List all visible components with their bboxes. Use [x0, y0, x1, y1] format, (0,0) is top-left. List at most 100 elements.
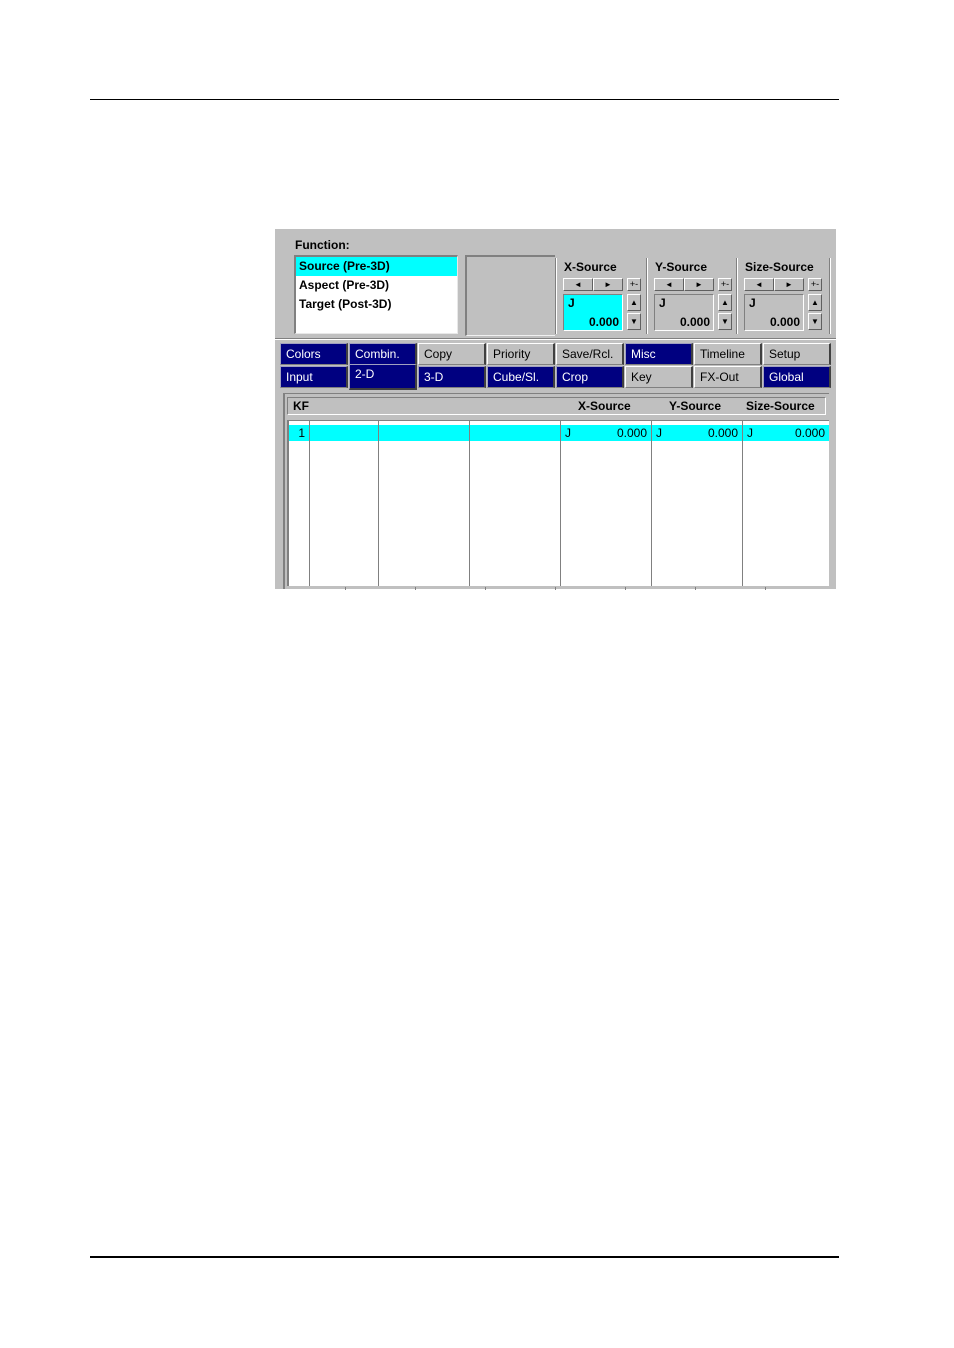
tick-mark	[415, 587, 416, 590]
mode-indicator: J	[565, 426, 571, 440]
param-title: Size-Source	[745, 260, 814, 274]
y-source-field[interactable]: J 0.000	[654, 294, 714, 331]
spin-down-button[interactable]: ▼	[718, 313, 732, 330]
right-arrow-icon: ►	[695, 280, 703, 289]
left-arrow-icon: ◄	[574, 280, 582, 289]
tab-cube-sl[interactable]: Cube/Sl.	[487, 366, 555, 388]
tab-crop[interactable]: Crop	[556, 366, 624, 388]
value: 0.000	[707, 426, 738, 440]
kf-number: 1	[298, 426, 305, 440]
up-arrow-icon: ▲	[721, 298, 729, 307]
left-arrow-icon: ◄	[755, 280, 763, 289]
page-bottom-rule	[90, 1256, 839, 1258]
size-source-field[interactable]: J 0.000	[744, 294, 804, 331]
increment-right-button[interactable]: ►	[774, 278, 804, 291]
separator	[275, 338, 836, 340]
column-divider	[651, 421, 652, 586]
divider	[829, 258, 831, 334]
spin-down-button[interactable]: ▼	[808, 313, 822, 330]
header-x-source: X-Source	[578, 399, 631, 413]
tick-mark	[345, 587, 346, 590]
function-list[interactable]: Source (Pre-3D) Aspect (Pre-3D) Target (…	[294, 255, 458, 334]
spin-up-button[interactable]: ▲	[808, 294, 822, 311]
down-arrow-icon: ▼	[811, 317, 819, 326]
up-arrow-icon: ▲	[811, 298, 819, 307]
header-kf: KF	[293, 399, 309, 413]
tick-mark	[485, 587, 486, 590]
tab-timeline[interactable]: Timeline	[694, 343, 762, 365]
right-arrow-icon: ►	[604, 280, 612, 289]
tab-save-rcl[interactable]: Save/Rcl.	[556, 343, 624, 365]
cell-kf: 1	[289, 425, 309, 441]
down-arrow-icon: ▼	[630, 317, 638, 326]
left-arrow-icon: ◄	[665, 280, 673, 289]
tab-misc[interactable]: Misc	[625, 343, 693, 365]
plus-minus-button[interactable]: +-	[627, 278, 641, 291]
mode-indicator: J	[568, 296, 575, 310]
value: 0.000	[588, 315, 619, 329]
header-y-source: Y-Source	[669, 399, 722, 413]
cell-y-source: J 0.000	[652, 425, 742, 441]
function-item-target[interactable]: Target (Post-3D)	[296, 295, 457, 314]
decrement-left-button[interactable]: ◄	[654, 278, 684, 291]
increment-right-button[interactable]: ►	[684, 278, 714, 291]
mode-indicator: J	[656, 426, 662, 440]
tab-priority[interactable]: Priority	[487, 343, 555, 365]
tab-combin[interactable]: Combin.	[349, 343, 417, 365]
spin-down-button[interactable]: ▼	[627, 313, 641, 330]
value: 0.000	[794, 426, 825, 440]
plus-minus-button[interactable]: +-	[718, 278, 732, 291]
tab-global[interactable]: Global	[763, 366, 831, 388]
tab-fx-out[interactable]: FX-Out	[694, 366, 762, 388]
spin-up-button[interactable]: ▲	[718, 294, 732, 311]
param-title: Y-Source	[655, 260, 708, 274]
column-divider	[742, 421, 743, 586]
tab-key[interactable]: Key	[625, 366, 693, 388]
mode-indicator: J	[747, 426, 753, 440]
cell-size-source: J 0.000	[743, 425, 829, 441]
plus-minus-icon: +-	[810, 279, 820, 289]
tab-3d[interactable]: 3-D	[418, 366, 486, 388]
value: 0.000	[679, 315, 710, 329]
right-arrow-icon: ►	[785, 280, 793, 289]
table-header: KF X-Source Y-Source Size-Source	[287, 397, 826, 415]
increment-right-button[interactable]: ►	[593, 278, 623, 291]
x-source-field[interactable]: J 0.000	[563, 294, 623, 331]
function-label: Function:	[295, 238, 350, 252]
mode-indicator: J	[659, 296, 666, 310]
up-arrow-icon: ▲	[630, 298, 638, 307]
value: 0.000	[769, 315, 800, 329]
keyframe-table: KF X-Source Y-Source Size-Source 1 J 0.0…	[283, 393, 829, 589]
cell-empty	[470, 425, 560, 441]
down-arrow-icon: ▼	[721, 317, 729, 326]
plus-minus-icon: +-	[629, 279, 639, 289]
table-body: 1 J 0.000 J 0.000 J 0.000	[287, 420, 829, 586]
param-y-source: Y-Source ◄ ► +- J 0.000 ▲ ▼	[652, 259, 738, 335]
spin-up-button[interactable]: ▲	[627, 294, 641, 311]
decrement-left-button[interactable]: ◄	[744, 278, 774, 291]
column-divider	[560, 421, 561, 586]
decrement-left-button[interactable]: ◄	[563, 278, 593, 291]
tick-mark	[555, 587, 556, 590]
page-top-rule	[90, 99, 839, 100]
effects-panel: Function: Source (Pre-3D) Aspect (Pre-3D…	[275, 229, 836, 590]
plus-minus-button[interactable]: +-	[808, 278, 822, 291]
tab-input[interactable]: Input	[280, 366, 348, 388]
tab-copy[interactable]: Copy	[418, 343, 486, 365]
tab-colors[interactable]: Colors	[280, 343, 348, 365]
tick-mark	[695, 587, 696, 590]
plus-minus-icon: +-	[720, 279, 730, 289]
tab-setup[interactable]: Setup	[763, 343, 831, 365]
column-divider	[469, 421, 470, 586]
column-divider	[309, 421, 310, 586]
mode-indicator: J	[749, 296, 756, 310]
cell-empty	[310, 425, 378, 441]
table-row[interactable]: 1 J 0.000 J 0.000 J 0.000	[289, 425, 829, 441]
tab-2d[interactable]: 2-D	[349, 364, 417, 390]
empty-control-area	[465, 255, 555, 336]
function-item-source[interactable]: Source (Pre-3D)	[296, 257, 457, 276]
header-size-source: Size-Source	[746, 399, 815, 413]
function-item-aspect[interactable]: Aspect (Pre-3D)	[296, 276, 457, 295]
cell-empty	[379, 425, 469, 441]
tick-mark	[625, 587, 626, 590]
